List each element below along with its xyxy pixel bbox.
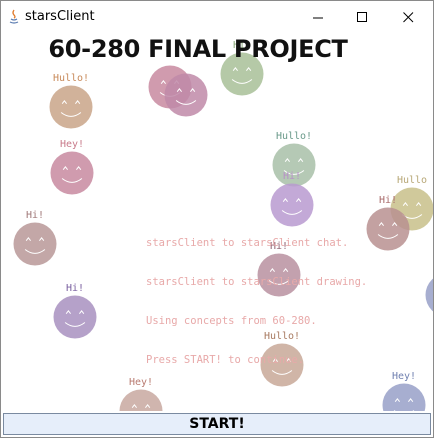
smiley-icon <box>50 151 94 195</box>
star-greeting: Hi! <box>282 171 302 182</box>
star-sprite: Hi! <box>366 195 410 251</box>
star-sprite: Hi! <box>13 210 57 266</box>
star-greeting: Hullo! <box>275 131 313 142</box>
java-icon <box>7 9 21 25</box>
close-icon <box>402 11 414 23</box>
star-sprite: Hullo! <box>49 73 93 129</box>
star-greeting: Hey! <box>59 139 85 150</box>
smiley-icon <box>366 207 410 251</box>
title-bar[interactable]: starsClient <box>1 1 433 33</box>
minimize-button[interactable] <box>295 1 341 33</box>
start-button[interactable]: START! <box>3 413 431 435</box>
drawing-canvas[interactable]: Hullo! Hi! Hey! Hullo! Hi! Hullo Hi! Hi! Hi! Hi! H… <box>2 33 433 411</box>
star-greeting: Hullo <box>396 175 428 186</box>
smiley-icon <box>164 73 208 117</box>
close-button[interactable] <box>385 1 431 33</box>
maximize-icon <box>356 11 368 23</box>
info-text: starsClient to starsClient chat. starsCl… <box>146 211 367 393</box>
star-greeting: Hi! <box>65 283 85 294</box>
info-line: Press START! to continue. <box>146 354 305 366</box>
star-sprite: Hi! <box>53 283 97 339</box>
minimize-icon <box>312 12 324 23</box>
app-window: starsClient Hullo! Hi! Hey! Hullo! Hi! Hullo H… <box>0 0 434 438</box>
project-headline: 60-280 FINAL PROJECT <box>48 35 348 63</box>
star-greeting: Hi! <box>378 195 398 206</box>
info-line: Using concepts from 60-280. <box>146 315 317 327</box>
smiley-icon <box>425 278 433 312</box>
star-sprite: Hey! <box>382 371 426 411</box>
smiley-icon <box>49 85 93 129</box>
maximize-button[interactable] <box>339 1 385 33</box>
star-sprite: Hey! <box>50 139 94 195</box>
star-sprite <box>425 261 433 317</box>
smiley-icon <box>382 383 426 411</box>
info-line: starsClient to starsClient drawing. <box>146 276 368 288</box>
star-sprite <box>164 61 208 117</box>
smiley-icon <box>53 295 97 339</box>
star-greeting: Hi! <box>25 210 45 221</box>
window-title: starsClient <box>25 9 95 24</box>
smiley-icon <box>13 222 57 266</box>
info-line: starsClient to starsClient chat. <box>146 237 349 249</box>
star-greeting: Hey! <box>391 371 417 382</box>
star-greeting: Hullo! <box>52 73 90 84</box>
